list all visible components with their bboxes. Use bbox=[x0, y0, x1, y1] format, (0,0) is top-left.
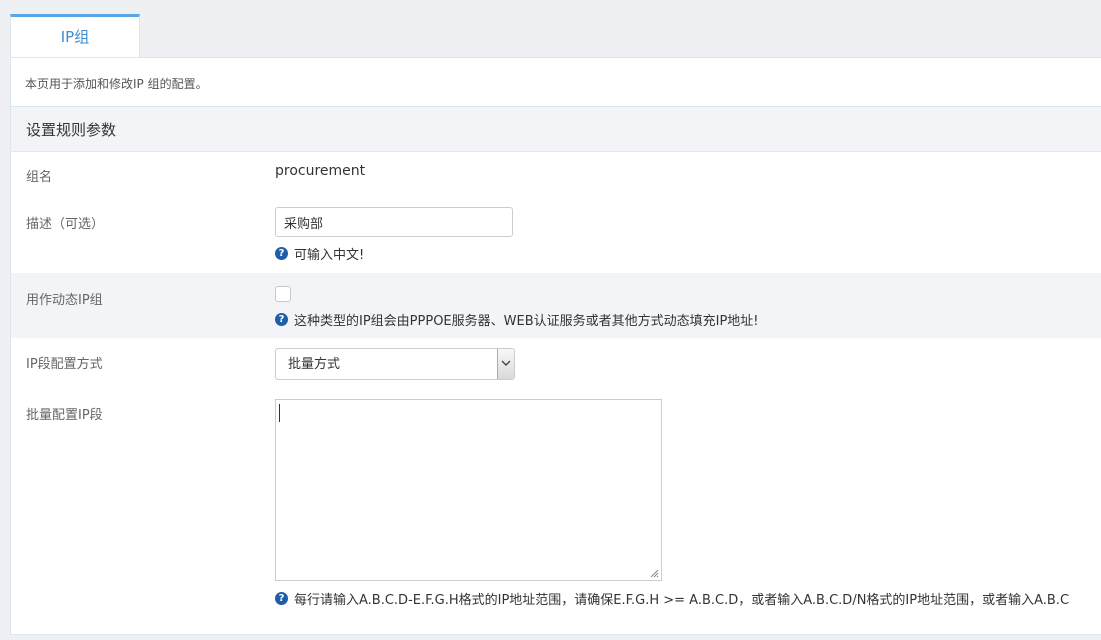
question-circle-icon: ? bbox=[275, 247, 288, 260]
description-hint: ? 可输入中文! bbox=[275, 244, 513, 263]
resize-grip-icon[interactable] bbox=[650, 569, 659, 578]
ip-mode-select[interactable]: 批量方式 bbox=[275, 348, 515, 380]
row-dynamic-ip-group: 用作动态IP组 ? 这种类型的IP组会由PPPOE服务器、WEB认证服务或者其他… bbox=[11, 273, 1101, 338]
group-name-value: procurement bbox=[275, 163, 366, 179]
tab-ip-group[interactable]: IP组 bbox=[10, 14, 140, 57]
description-hint-text: 可输入中文! bbox=[294, 248, 365, 263]
question-circle-icon: ? bbox=[275, 592, 288, 605]
ip-mode-selected-value: 批量方式 bbox=[288, 357, 341, 372]
dynamic-ip-group-label: 用作动态IP组 bbox=[26, 293, 103, 308]
dynamic-ip-group-checkbox[interactable] bbox=[275, 286, 291, 302]
section-title: 设置规则参数 bbox=[11, 107, 1101, 152]
question-circle-icon: ? bbox=[275, 313, 288, 326]
tab-bar: IP组 bbox=[0, 0, 1101, 58]
row-ip-mode: IP段配置方式 批量方式 bbox=[11, 338, 1101, 388]
batch-ip-label: 批量配置IP段 bbox=[26, 408, 103, 423]
dynamic-hint: ? 这种类型的IP组会由PPPOE服务器、WEB认证服务或者其他方式动态填充IP… bbox=[275, 310, 759, 329]
chevron-down-icon bbox=[501, 360, 511, 366]
dynamic-hint-text: 这种类型的IP组会由PPPOE服务器、WEB认证服务或者其他方式动态填充IP地址… bbox=[294, 314, 759, 329]
batch-ip-hint: ? 每行请输入A.B.C.D-E.F.G.H格式的IP地址范围，请确保E.F.G… bbox=[275, 589, 1069, 608]
select-arrow-button[interactable] bbox=[497, 349, 514, 379]
row-group-name: 组名 procurement bbox=[11, 152, 1101, 197]
ip-mode-label: IP段配置方式 bbox=[26, 357, 103, 372]
description-label: 描述（可选） bbox=[26, 217, 105, 232]
batch-ip-hint-text: 每行请输入A.B.C.D-E.F.G.H格式的IP地址范围，请确保E.F.G.H… bbox=[294, 593, 1070, 608]
batch-ip-textarea[interactable] bbox=[275, 399, 662, 581]
row-description: 描述（可选） ? 可输入中文! bbox=[11, 197, 1101, 273]
config-panel: 本页用于添加和修改IP 组的配置。 设置规则参数 组名 procurement … bbox=[10, 57, 1101, 635]
group-name-label: 组名 bbox=[26, 170, 53, 185]
description-input[interactable] bbox=[275, 207, 513, 237]
text-caret bbox=[279, 404, 280, 422]
row-batch-ip: 批量配置IP段 ? 每行请输入A.B.C.D-E.F.G.H格式的IP地址范围，… bbox=[11, 388, 1101, 638]
page-description: 本页用于添加和修改IP 组的配置。 bbox=[11, 58, 1101, 107]
